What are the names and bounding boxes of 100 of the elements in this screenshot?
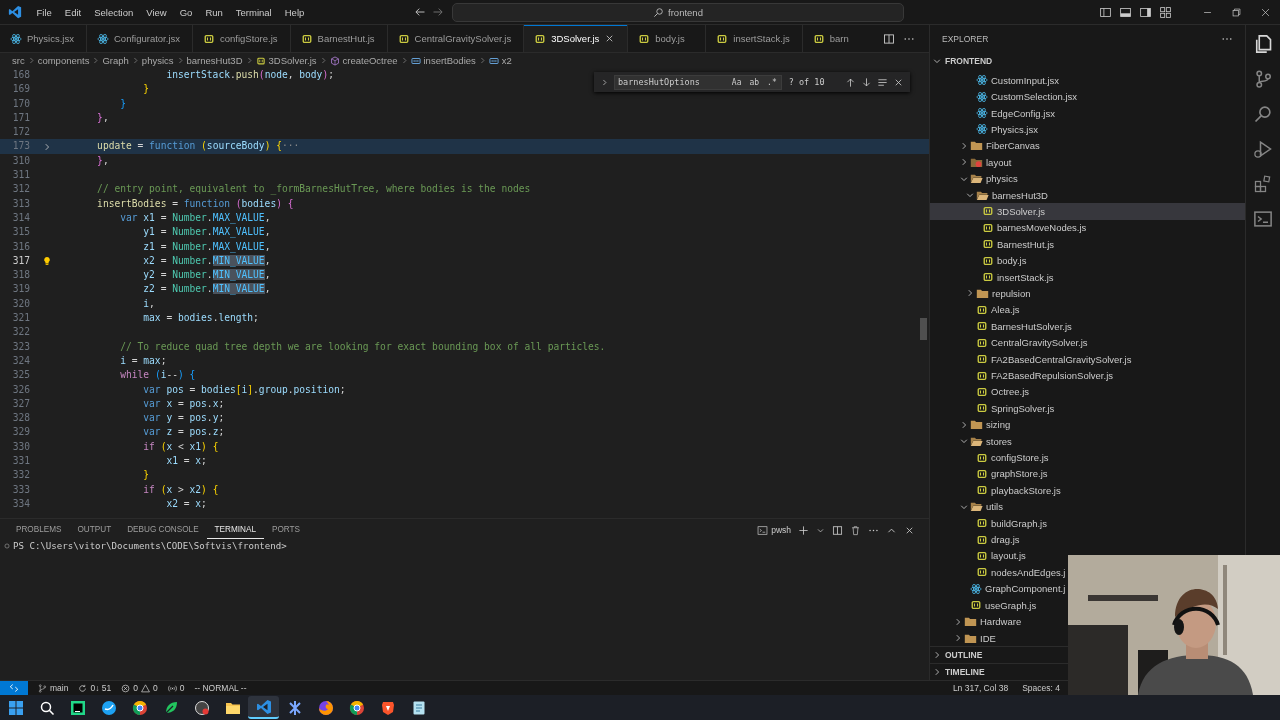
tree-item[interactable]: SpringSolver.js (930, 400, 1057, 417)
toggle-button[interactable]: .* (766, 77, 778, 87)
tree-item[interactable]: Hardware (930, 613, 1024, 630)
tree-item[interactable]: layout (930, 154, 1014, 171)
line-number: 323 (11, 339, 30, 354)
menu-item[interactable]: Go (173, 4, 199, 20)
tab[interactable]: Physics.jsx (0, 25, 87, 52)
tab[interactable]: barn (802, 25, 877, 52)
folder-header[interactable]: FRONTEND (930, 53, 1245, 68)
breadcrumb-item[interactable]: physics (141, 55, 174, 66)
tree-item[interactable]: GraphComponent.j (930, 580, 1068, 597)
ports-button[interactable]: 0 (167, 683, 185, 693)
tree-item[interactable]: CustomSelection.jsx (930, 88, 1080, 105)
tree-item[interactable]: Alea.js (930, 301, 1022, 319)
breadcrumb-item[interactable]: Graph (102, 55, 129, 66)
line-number: 320 (11, 296, 30, 311)
tree-item[interactable]: configStore.js (930, 449, 1051, 466)
tab[interactable]: BarnestHut.js (290, 25, 388, 52)
breadcrumb-item[interactable]: barnesHut3D (186, 55, 243, 66)
panel-tab[interactable]: DEBUG CONSOLE (119, 521, 207, 539)
status-item[interactable]: Spaces: 4 (1022, 683, 1060, 693)
tree-item[interactable]: graphStore.js (930, 465, 1050, 483)
line-number: 170 (11, 96, 30, 111)
tree-item[interactable]: CustomInput.jsx (930, 72, 1062, 89)
breadcrumb-item[interactable]: insertBodies (410, 55, 476, 66)
tree-item[interactable]: body.js (930, 252, 1029, 269)
code-line: z2 = Number.MIN_VALUE, (142, 282, 271, 297)
toggle-button[interactable]: ab (748, 77, 761, 87)
line-number: 325 (11, 368, 30, 383)
menu-item[interactable]: Edit (58, 4, 88, 20)
tree-item[interactable]: FiberCanvas (930, 137, 1042, 155)
menu-item[interactable]: File (30, 4, 59, 20)
tree-item[interactable]: drag.js (930, 531, 1022, 548)
panel-tab[interactable]: PROBLEMS (8, 521, 70, 539)
tree-item[interactable]: EdgeConfig.jsx (930, 104, 1057, 122)
tree-item[interactable]: BarnesHutSolver.js (930, 318, 1074, 335)
line-number: 169 (11, 82, 30, 97)
line-number: 319 (11, 282, 30, 297)
tree-item[interactable]: utils (930, 498, 1005, 515)
code-line: var pos = bodies[i].group.position; (142, 382, 346, 397)
code-line: if (x > x2) { (142, 482, 219, 497)
status-item[interactable]: -- NORMAL -- (194, 683, 247, 693)
tree-item[interactable]: layout.js (930, 547, 1028, 565)
tree-item[interactable]: buildGraph.js (930, 514, 1049, 532)
code-line: z1 = Number.MAX_VALUE, (142, 239, 271, 254)
tree-item[interactable]: Octree.js (930, 383, 1031, 401)
menu-item[interactable]: Selection (87, 4, 140, 20)
terminal-selector[interactable]: pwsh (757, 524, 791, 536)
menu-item[interactable]: View (139, 4, 174, 20)
tree-item[interactable]: nodesAndEdges.j (930, 564, 1068, 581)
code-line: i = max; (119, 353, 167, 368)
tree-item[interactable]: 3DSolver.js (930, 203, 1245, 220)
section-header[interactable]: TIMELINE (930, 664, 987, 680)
tree-item[interactable]: sizing (930, 416, 1013, 433)
menu-item[interactable]: Terminal (229, 4, 279, 20)
line-number: 315 (11, 225, 30, 240)
tab[interactable]: body.js (628, 25, 707, 52)
line-number: 324 (11, 353, 30, 368)
tree-item[interactable]: barnesMoveNodes.js (930, 219, 1089, 237)
line-number: 332 (11, 468, 30, 483)
find-field[interactable]: barnesHutOptions Aa ab .* (614, 74, 782, 90)
menu-item[interactable]: Run (198, 4, 230, 20)
panel-tab[interactable]: PORTS (264, 521, 309, 539)
status-item[interactable]: Ln 317, Col 38 (952, 683, 1009, 693)
breadcrumb-item[interactable]: x2 (488, 55, 512, 66)
panel-tab[interactable]: OUTPUT (69, 521, 120, 539)
tree-item[interactable]: insertStack.js (930, 268, 1056, 286)
tab[interactable]: Configurator.jsx (87, 25, 193, 52)
problems-button[interactable]: 0 0 (121, 683, 158, 693)
tab[interactable]: configStore.js (193, 25, 291, 52)
panel-tab[interactable]: TERMINAL (206, 521, 264, 539)
tree-item[interactable]: useGraph.js (930, 597, 1039, 614)
toggle-button[interactable]: Aa (730, 77, 743, 87)
tree-item[interactable]: physics (930, 170, 1020, 187)
tree-item[interactable]: playbackStore.js (930, 482, 1063, 499)
tree-item[interactable]: FA2BasedCentralGravitySolver.js (930, 350, 1134, 368)
tree-item[interactable]: IDE (930, 629, 998, 646)
tree-item[interactable]: stores (930, 432, 1014, 450)
breadcrumb-item[interactable]: createOctree (329, 55, 398, 66)
line-number: 171 (11, 110, 30, 125)
section-header[interactable]: OUTLINE (930, 647, 985, 663)
tree-item[interactable]: Physics.jsx (930, 121, 1040, 138)
breadcrumb-item[interactable]: components (37, 55, 90, 66)
code-line: } (142, 82, 150, 97)
breadcrumb-item[interactable]: src (12, 55, 25, 66)
tab[interactable]: 3DSolver.js (524, 25, 629, 52)
tree-item[interactable]: FA2BasedRepulsionSolver.js (930, 367, 1115, 384)
tree-item[interactable]: repulsion (930, 285, 1033, 302)
branch-button[interactable]: main (38, 683, 69, 693)
command-center[interactable]: frontend (452, 2, 904, 22)
line-number: 317 (11, 253, 30, 268)
tree-item[interactable]: CentralGravitySolver.js (930, 334, 1090, 351)
tab[interactable]: insertStack.js (706, 25, 803, 52)
menu-item[interactable]: Help (278, 4, 311, 20)
breadcrumb-item[interactable]: 3DSolver.js (255, 55, 317, 66)
tree-item[interactable]: barnesHut3D (930, 186, 1050, 204)
tree-item[interactable]: BarnestHut.js (930, 236, 1057, 253)
sync-button[interactable]: 0↓ 51 (78, 683, 112, 693)
line-number: 168 (11, 68, 30, 82)
code-line: y1 = Number.MAX_VALUE, (142, 225, 271, 240)
